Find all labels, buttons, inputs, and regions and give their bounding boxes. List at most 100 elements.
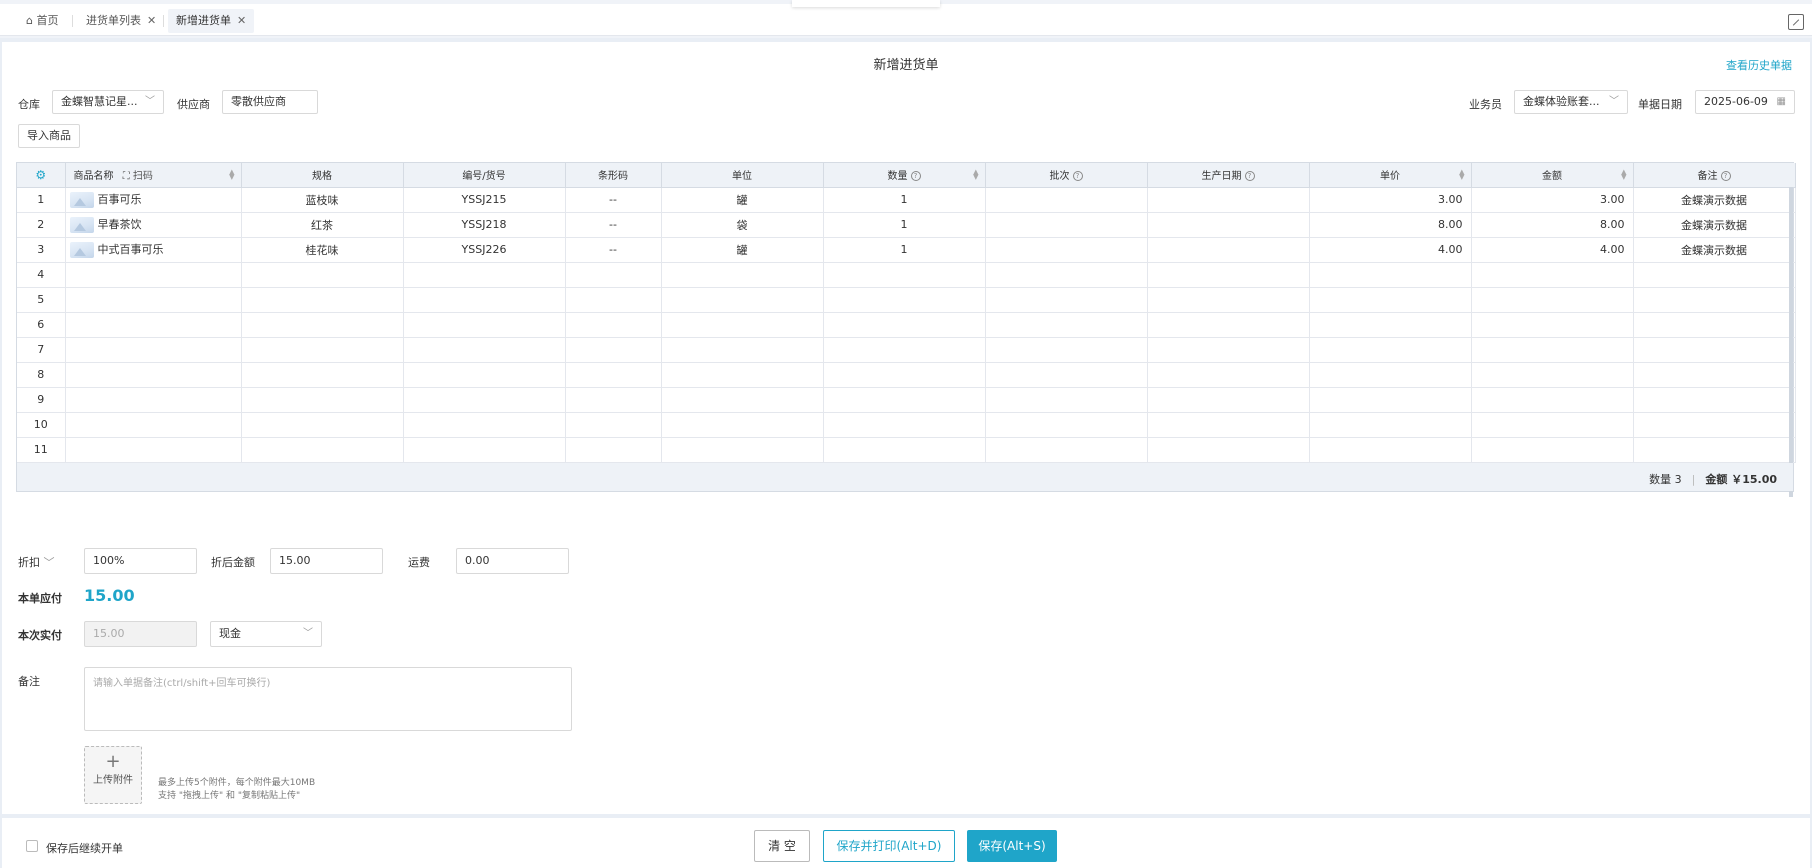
mfg-date-cell[interactable]	[1147, 187, 1310, 213]
salesman-select[interactable]: 金蝶体验账套... ﹀	[1514, 90, 1628, 114]
fullscreen-icon[interactable]	[1788, 14, 1804, 30]
table-row-empty[interactable]: 6	[17, 312, 1796, 338]
price-cell[interactable]: 8.00	[1309, 212, 1472, 238]
product-name: 早春茶饮	[97, 218, 142, 231]
tab-bar: ⌂ 首页 进货单列表 ✕ 新增进货单 ✕	[0, 0, 1812, 38]
remark-textarea[interactable]: 请输入单据备注(ctrl/shift+回车可换行)	[84, 667, 572, 731]
warehouse-select[interactable]: 金蝶智慧记星... ﹀	[52, 90, 164, 114]
mfg-date-cell[interactable]	[1147, 237, 1310, 263]
row-number: 9	[17, 387, 66, 413]
qty-cell[interactable]: 1	[823, 237, 986, 263]
close-icon[interactable]: ✕	[147, 14, 156, 27]
sort-icon[interactable]: ▲ ▼	[1459, 169, 1464, 181]
table-row-empty[interactable]: 4	[17, 262, 1796, 288]
code-cell[interactable]: YSSJ226	[403, 237, 566, 263]
table-row-empty[interactable]: 11	[17, 437, 1796, 463]
price-cell[interactable]: 3.00	[1309, 187, 1472, 213]
col-price[interactable]: 单价 ▲ ▼	[1309, 163, 1472, 188]
date-picker[interactable]: 2025-06-09 ▦	[1695, 90, 1795, 114]
help-icon[interactable]: ?	[1072, 171, 1083, 182]
clear-button[interactable]: 清 空	[754, 830, 810, 862]
sort-icon[interactable]: ▲ ▼	[229, 169, 234, 181]
help-icon[interactable]: ?	[1244, 171, 1255, 182]
spec-cell[interactable]: 红茶	[241, 212, 404, 238]
import-products-button[interactable]: 导入商品	[18, 124, 80, 148]
spec-cell[interactable]: 桂花味	[241, 237, 404, 263]
table-row-empty[interactable]: 8	[17, 362, 1796, 388]
freight-input[interactable]: 0.00	[456, 548, 569, 574]
supplier-input[interactable]: 零散供应商	[222, 90, 318, 114]
col-label: 备注	[1697, 171, 1718, 183]
amount-cell[interactable]: 8.00	[1471, 212, 1634, 238]
qty-cell[interactable]: 1	[823, 212, 986, 238]
tab-purchase-list[interactable]: 进货单列表 ✕	[78, 9, 164, 33]
tab-home[interactable]: ⌂ 首页	[18, 9, 66, 33]
page-title: 新增进货单	[873, 58, 939, 73]
batch-cell[interactable]	[985, 237, 1148, 263]
table-row-empty[interactable]: 9	[17, 387, 1796, 413]
table-row[interactable]: 2 早春茶饮 红茶 YSSJ218 -- 袋 1 8.00 8.00 金蝶演示数…	[17, 212, 1796, 238]
save-print-button[interactable]: 保存并打印(Alt+D)	[823, 830, 955, 862]
barcode-cell[interactable]: --	[565, 187, 662, 213]
product-name-cell[interactable]: 早春茶饮	[65, 212, 242, 238]
save-button[interactable]: 保存(Alt+S)	[967, 830, 1057, 862]
spec-cell[interactable]: 蓝枝味	[241, 187, 404, 213]
col-amount[interactable]: 金额 ▲ ▼	[1471, 163, 1634, 188]
chevron-down-icon: ﹀	[303, 628, 313, 639]
barcode-cell[interactable]: --	[565, 237, 662, 263]
continue-label: 保存后继续开单	[46, 842, 123, 855]
amount-cell[interactable]: 3.00	[1471, 187, 1634, 213]
table-row-empty[interactable]: 10	[17, 412, 1796, 438]
amount-cell[interactable]: 4.00	[1471, 237, 1634, 263]
discount-input[interactable]: 100%	[84, 548, 197, 574]
tab-label: 进货单列表	[86, 14, 141, 27]
paid-input[interactable]: 15.00	[84, 621, 197, 647]
remark-label: 备注	[18, 675, 40, 688]
col-code: 编号/货号	[403, 163, 566, 188]
col-barcode: 条形码	[565, 163, 662, 188]
column-settings[interactable]: ⚙	[17, 163, 66, 188]
sort-icon[interactable]: ▲ ▼	[973, 169, 978, 181]
col-label: 金额	[1542, 171, 1562, 183]
col-qty[interactable]: 数量? ▲ ▼	[823, 163, 986, 188]
price-cell[interactable]: 4.00	[1309, 237, 1472, 263]
table-row-empty[interactable]: 7	[17, 337, 1796, 363]
close-icon[interactable]: ✕	[237, 14, 246, 27]
payment-method-select[interactable]: 现金 ﹀	[210, 621, 322, 647]
continue-checkbox[interactable]	[26, 840, 38, 852]
code-cell[interactable]: YSSJ215	[403, 187, 566, 213]
table-row-empty[interactable]: 5	[17, 287, 1796, 313]
tab-label: 首页	[36, 14, 59, 27]
product-name-cell[interactable]: 百事可乐	[65, 187, 242, 213]
help-icon[interactable]: ?	[910, 171, 921, 182]
unit-cell[interactable]: 罐	[661, 237, 824, 263]
unit-cell[interactable]: 罐	[661, 187, 824, 213]
tab-new-purchase[interactable]: 新增进货单 ✕	[168, 9, 255, 33]
code-cell[interactable]: YSSJ218	[403, 212, 566, 238]
note-cell[interactable]: 金蝶演示数据	[1633, 237, 1796, 263]
history-link[interactable]: 查看历史单据	[1726, 57, 1792, 73]
barcode-cell[interactable]: --	[565, 212, 662, 238]
batch-cell[interactable]	[985, 212, 1148, 238]
help-icon[interactable]: ?	[1720, 171, 1731, 182]
table-scrollbar[interactable]	[1789, 187, 1793, 497]
qty-cell[interactable]: 1	[823, 187, 986, 213]
sort-icon[interactable]: ▲ ▼	[1621, 169, 1626, 181]
product-name-cell[interactable]: 中式百事可乐	[65, 237, 242, 263]
batch-cell[interactable]	[985, 187, 1148, 213]
note-cell[interactable]: 金蝶演示数据	[1633, 212, 1796, 238]
scan-icon[interactable]: ⛶ 扫码	[123, 171, 153, 182]
table-row[interactable]: 3 中式百事可乐 桂花味 YSSJ226 -- 罐 1 4.00 4.00 金蝶…	[17, 237, 1796, 263]
summary-divider: |	[1691, 472, 1696, 486]
unit-cell[interactable]: 袋	[661, 212, 824, 238]
mfg-date-cell[interactable]	[1147, 212, 1310, 238]
col-product-name[interactable]: 商品名称 ⛶ 扫码 ▲ ▼	[65, 163, 242, 188]
table-header: ⚙ 商品名称 ⛶ 扫码 ▲ ▼ 规格 编号/货号 条形码 单位 数量? ▲ ▼ 批次?…	[17, 163, 1796, 188]
gear-icon[interactable]: ⚙	[35, 168, 46, 182]
after-discount-input[interactable]: 15.00	[270, 548, 383, 574]
discount-label[interactable]: 折扣 ﹀	[18, 554, 55, 570]
upload-attachment-button[interactable]: + 上传附件	[84, 746, 142, 804]
note-cell[interactable]: 金蝶演示数据	[1633, 187, 1796, 213]
row-number: 10	[17, 412, 66, 438]
table-row[interactable]: 1 百事可乐 蓝枝味 YSSJ215 -- 罐 1 3.00 3.00 金蝶演示…	[17, 187, 1796, 213]
